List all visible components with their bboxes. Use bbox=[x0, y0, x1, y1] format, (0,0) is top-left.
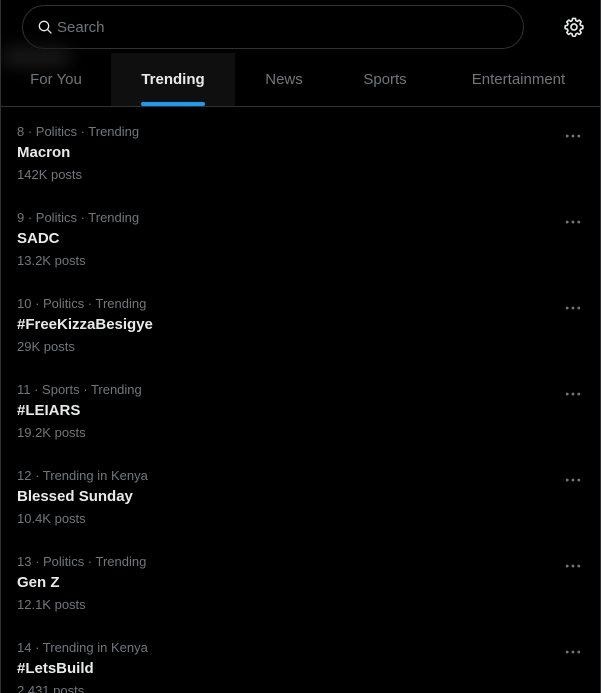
trend-name: Blessed Sunday bbox=[17, 488, 133, 505]
more-horizontal-icon[interactable] bbox=[564, 557, 582, 575]
explore-panel: For You Trending News Sports Entertainme… bbox=[0, 0, 601, 693]
trend-post-count: 19.2K posts bbox=[17, 425, 86, 440]
active-tab-indicator bbox=[141, 102, 205, 106]
tab-bar: For You Trending News Sports Entertainme… bbox=[1, 47, 600, 107]
tab-label: News bbox=[265, 71, 303, 88]
tab-sports[interactable]: Sports bbox=[333, 53, 437, 106]
trend-post-count: 10.4K posts bbox=[17, 511, 86, 526]
tab-label: Entertainment bbox=[471, 71, 566, 88]
search-box[interactable] bbox=[22, 5, 524, 49]
search-icon bbox=[38, 20, 52, 34]
trend-post-count: 2,431 posts bbox=[17, 683, 85, 693]
trend-item[interactable]: 14 · Trending in Kenya #LetsBuild 2,431 … bbox=[1, 623, 600, 693]
tab-label: For You bbox=[30, 71, 82, 88]
trend-post-count: 142K posts bbox=[17, 167, 83, 182]
trend-item[interactable]: 12 · Trending in Kenya Blessed Sunday 10… bbox=[1, 451, 600, 537]
trend-item[interactable]: 9 · Politics · Trending SADC 13.2K posts bbox=[1, 193, 600, 279]
trend-item[interactable]: 13 · Politics · Trending Gen Z 12.1K pos… bbox=[1, 537, 600, 623]
gear-icon[interactable] bbox=[563, 16, 585, 38]
more-horizontal-icon[interactable] bbox=[564, 299, 582, 317]
more-horizontal-icon[interactable] bbox=[564, 127, 582, 145]
tab-for-you[interactable]: For You bbox=[1, 47, 111, 106]
trend-meta: 13 · Politics · Trending bbox=[17, 554, 147, 569]
tab-news[interactable]: News bbox=[235, 53, 333, 106]
trend-meta: 8 · Politics · Trending bbox=[17, 124, 140, 139]
trend-post-count: 12.1K posts bbox=[17, 597, 86, 612]
trend-name: Gen Z bbox=[17, 574, 60, 591]
trend-list: 8 · Politics · Trending Macron 142K post… bbox=[1, 107, 600, 693]
trend-item[interactable]: 10 · Politics · Trending #FreeKizzaBesig… bbox=[1, 279, 600, 365]
trend-post-count: 29K posts bbox=[17, 339, 75, 354]
trend-meta: 14 · Trending in Kenya bbox=[17, 640, 148, 655]
more-horizontal-icon[interactable] bbox=[564, 643, 582, 661]
trend-meta: 12 · Trending in Kenya bbox=[17, 468, 148, 483]
tab-entertainment[interactable]: Entertainment bbox=[437, 53, 600, 106]
trend-meta: 11 · Sports · Trending bbox=[17, 382, 142, 397]
trend-name: SADC bbox=[17, 230, 60, 247]
trend-item[interactable]: 11 · Sports · Trending #LEIARS 19.2K pos… bbox=[1, 365, 600, 451]
trend-meta: 9 · Politics · Trending bbox=[17, 210, 140, 225]
top-bar bbox=[1, 0, 600, 53]
tab-label: Trending bbox=[141, 71, 205, 88]
trend-name: Macron bbox=[17, 144, 71, 161]
tab-hover-glow bbox=[1, 47, 71, 67]
more-horizontal-icon[interactable] bbox=[564, 385, 582, 403]
trend-name: #LEIARS bbox=[17, 402, 81, 419]
trend-post-count: 13.2K posts bbox=[17, 253, 86, 268]
more-horizontal-icon[interactable] bbox=[564, 213, 582, 231]
trend-name: #LetsBuild bbox=[17, 660, 94, 677]
tab-trending[interactable]: Trending bbox=[111, 53, 235, 106]
trend-meta: 10 · Politics · Trending bbox=[17, 296, 147, 311]
trend-item[interactable]: 8 · Politics · Trending Macron 142K post… bbox=[1, 107, 600, 193]
more-horizontal-icon[interactable] bbox=[564, 471, 582, 489]
search-input[interactable] bbox=[57, 18, 457, 36]
trend-name: #FreeKizzaBesigye bbox=[17, 316, 153, 333]
tab-label: Sports bbox=[363, 71, 407, 88]
